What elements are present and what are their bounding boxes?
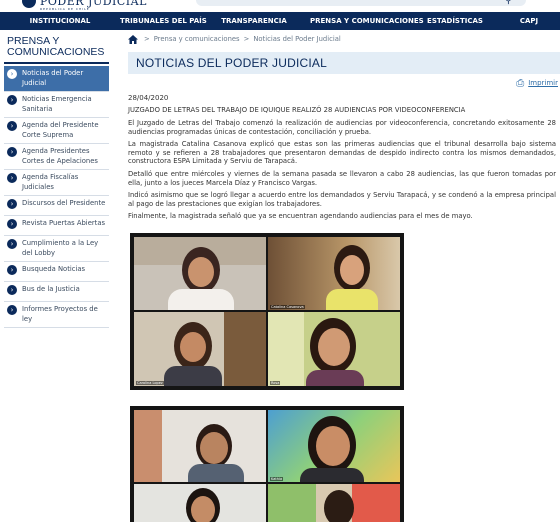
main-nav: INSTITUCIONAL TRIBUNALES DEL PAÍS TRANSP… [0,12,560,30]
sidebar-item-label: Informes Proyectos de ley [22,305,98,323]
top-header: PODER JUDICIAL REPÚBLICA DE CHILE ⚲ [0,0,560,12]
home-icon[interactable] [128,34,138,44]
nav-capj[interactable]: CAPJ [498,17,560,25]
article-headline: JUZGADO DE LETRAS DEL TRABAJO DE IQUIQUE… [128,106,466,114]
printer-icon[interactable]: ⎙ [516,78,524,89]
sidebar-item-agenda-presidente[interactable]: › Agenda del Presidente Corte Suprema [4,118,109,144]
chevron-right-icon: › [7,69,17,79]
sidebar-item-label: Discursos del Presidente [22,199,106,207]
participant-label: Catalina Casanova [270,305,305,309]
article-paragraph: La magistrada Catalina Casanova explicó … [128,140,556,166]
sidebar-item-label: Noticias Emergencia Sanitaria [22,95,92,113]
nav-institucional[interactable]: INSTITUCIONAL [0,17,120,25]
sidebar-item-revista[interactable]: › Revista Puertas Abiertas [4,216,109,236]
article-paragraph: Detalló que entre miércoles y viernes de… [128,169,556,187]
breadcrumb-separator: > [144,35,150,43]
nav-tribunales[interactable]: TRIBUNALES DEL PAÍS [120,17,207,25]
nav-estadisticas[interactable]: ESTADÍSTICAS [412,17,498,25]
chevron-right-icon: › [7,121,17,131]
chevron-right-icon: › [7,239,17,249]
videoconference-photo: Catalina Casanova Carolina Lopez Rosa [130,233,404,390]
sidebar-item-bus[interactable]: › Bus de la Justicia [4,282,109,302]
page: PODER JUDICIAL REPÚBLICA DE CHILE ⚲ INST… [0,0,560,522]
article-paragraph: El Juzgado de Letras del Trabajo comenzó… [128,119,556,136]
video-tile: Rosa [268,312,400,386]
sidebar-item-discursos[interactable]: › Discursos del Presidente [4,196,109,216]
sidebar-item-lobby[interactable]: › Cumplimiento a la Ley del Lobby [4,236,109,262]
article-paragraph: Indicó asimismo que se logró llegar a ac… [128,191,556,208]
video-tile [268,484,400,522]
video-tile [134,410,266,482]
sidebar-item-emergencia[interactable]: › Noticias Emergencia Sanitaria [4,92,109,118]
page-title: NOTICIAS DEL PODER JUDICIAL [136,56,327,70]
sidebar-item-agenda-cortes[interactable]: › Agenda Presidentes Cortes de Apelacione… [4,144,109,170]
video-tile: Catalina Casanova [268,237,400,310]
sidebar-item-label: Busqueda Noticias [22,265,86,273]
article-paragraph: Finalmente, la magistrada señaló que ya … [128,212,473,221]
video-tile: Kathia [268,410,400,482]
logo-emblem-icon[interactable] [22,0,36,8]
participant-label: Rosa [270,381,281,385]
chevron-right-icon: › [7,173,17,183]
breadcrumb-separator: > [243,35,250,43]
print-link[interactable]: ⎙ Imprimir [128,74,560,92]
participant-label: Carolina Lopez [136,381,164,385]
sidebar-item-noticias[interactable]: › Noticias del Poder Judicial [4,66,109,92]
sidebar-item-busqueda[interactable]: › Busqueda Noticias [4,262,109,282]
site-logo-subtitle: REPÚBLICA DE CHILE [40,7,90,11]
chevron-right-icon: › [7,95,17,105]
article-date: 28/04/2020 [128,94,169,102]
chevron-right-icon: › [7,147,17,157]
breadcrumb: > Prensa y comunicaciones > Noticias del… [128,32,560,46]
sidebar-item-label: Revista Puertas Abiertas [22,219,106,227]
chevron-right-icon: › [7,305,17,315]
sidebar-title: PRENSA Y COMUNICACIONES [4,34,109,64]
nav-prensa[interactable]: PRENSA Y COMUNICACIONES [310,17,424,25]
main-content: > Prensa y comunicaciones > Noticias del… [128,32,560,221]
chevron-right-icon: › [7,265,17,275]
sidebar-item-label: Noticias del Poder Judicial [22,69,84,87]
sidebar-item-informes[interactable]: › Informes Proyectos de ley [4,302,109,328]
video-tile: Carolina Lopez [134,312,266,386]
video-tile [134,237,266,310]
print-label[interactable]: Imprimir [528,79,558,87]
breadcrumb-current: Noticias del Poder Judicial [253,35,341,43]
search-input[interactable] [196,0,526,6]
sidebar-item-agenda-fiscalias[interactable]: › Agenda Fiscalías Judiciales [4,170,109,196]
video-tile [134,484,266,522]
sidebar-item-label: Cumplimiento a la Ley del Lobby [22,239,99,257]
breadcrumb-prensa[interactable]: Prensa y comunicaciones [154,35,240,43]
videoconference-photo: Kathia [130,406,404,522]
sidebar-item-label: Agenda Presidentes Cortes de Apelaciones [22,147,98,165]
sidebar-item-label: Agenda Fiscalías Judiciales [22,173,79,191]
search-icon[interactable]: ⚲ [505,0,512,6]
chevron-right-icon: › [7,199,17,209]
page-title-band: NOTICIAS DEL PODER JUDICIAL [128,52,560,74]
sidebar-menu: › Noticias del Poder Judicial › Noticias E… [4,66,109,328]
participant-label: Kathia [270,477,284,481]
sidebar: PRENSA Y COMUNICACIONES › Noticias del Po… [4,34,109,328]
sidebar-item-label: Bus de la Justicia [22,285,80,293]
chevron-right-icon: › [7,285,17,295]
nav-transparencia[interactable]: TRANSPARENCIA [198,17,310,25]
chevron-right-icon: › [7,219,17,229]
sidebar-item-label: Agenda del Presidente Corte Suprema [22,121,99,139]
